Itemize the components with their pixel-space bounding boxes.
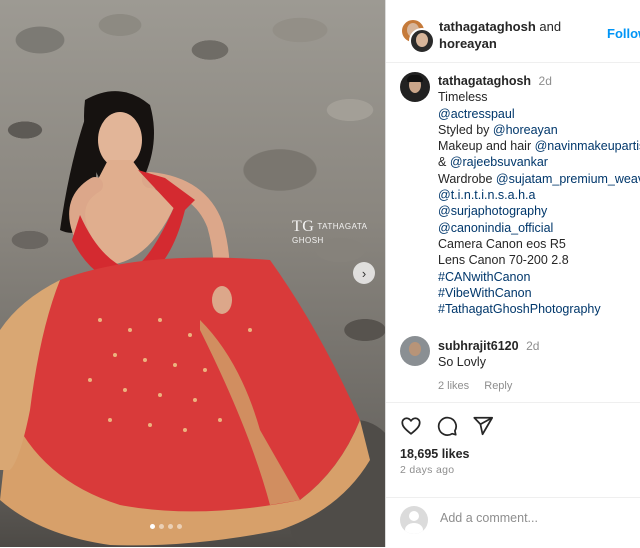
caption-tag-link[interactable]: @t.i.n.t.i.n.s.a.h.a	[438, 188, 535, 202]
caption-time[interactable]: 2d	[539, 74, 552, 88]
caption-line: Timeless	[438, 89, 640, 105]
caption-tag-link[interactable]: @actresspaul	[438, 107, 515, 121]
comment-username[interactable]: subhrajit6120	[438, 339, 519, 353]
caption-text: Camera Canon eos R5	[438, 236, 566, 251]
photographer-watermark: TG TATHAGATA GHOSH	[292, 218, 368, 245]
carousel-dot	[177, 524, 182, 529]
caption-line: #VibeWithCanon	[438, 285, 640, 301]
carousel-dot	[159, 524, 164, 529]
comment-text: So Lovly	[438, 355, 486, 369]
carousel-dot	[168, 524, 173, 529]
add-comment-bar	[386, 497, 640, 540]
avatar[interactable]	[409, 28, 435, 54]
reply-button[interactable]: Reply	[484, 380, 512, 392]
caption-tag-link[interactable]: @horeayan	[493, 123, 558, 137]
caption-line: #CANwithCanon	[438, 269, 640, 285]
caption-tag-link[interactable]: @sujatam_premium_weaves	[496, 172, 640, 186]
caption-line: Wardrobe @sujatam_premium_weaves	[438, 171, 640, 187]
and-text: and	[539, 19, 562, 34]
caption-tag-link[interactable]: #TathagatGhoshPhotography	[438, 302, 601, 316]
caption-tag-link[interactable]: @canonindia_official	[438, 221, 553, 235]
avatar[interactable]	[400, 72, 430, 102]
caption-tag-link[interactable]: #VibeWithCanon	[438, 286, 532, 300]
avatar	[400, 506, 428, 534]
caption-tag-link[interactable]: #CANwithCanon	[438, 270, 530, 284]
author-username-link[interactable]: horeayan	[439, 36, 497, 51]
chevron-right-icon: ›	[361, 265, 367, 281]
caption-line: @actresspaul	[438, 106, 640, 122]
caption-tag-link[interactable]: @navinmakeupartist	[535, 139, 640, 153]
post-authors: tathagataghosh and horeayan	[439, 18, 604, 52]
caption-text: Makeup and hair	[438, 139, 535, 154]
caption-line: Lens Canon 70-200 2.8	[438, 252, 640, 268]
caption-line: Camera Canon eos R5	[438, 236, 640, 252]
caption-text: Lens Canon 70-200 2.8	[438, 253, 569, 268]
caption-text: Wardrobe	[438, 171, 496, 186]
add-comment-input[interactable]	[440, 511, 630, 525]
caption-line: & @rajeebsuvankar	[438, 154, 640, 170]
comment-item: subhrajit6120 2d So Lovly 2 likes Reply	[438, 338, 638, 394]
caption-username[interactable]: tathagataghosh	[438, 74, 531, 88]
heart-icon[interactable]	[400, 415, 422, 437]
comment-likes[interactable]: 2 likes	[438, 380, 469, 392]
caption-text: Timeless	[438, 90, 488, 105]
post-date[interactable]: 2 days ago	[400, 464, 454, 476]
caption-line: @canonindia_official	[438, 220, 640, 236]
caption-text: Styled by	[438, 122, 493, 137]
next-slide-button[interactable]: ›	[353, 262, 375, 284]
caption-line: @surjaphotography	[438, 203, 640, 219]
caption: tathagataghosh 2d Timeless @actresspaul St…	[438, 73, 640, 317]
caption-line: Styled by @horeayan	[438, 122, 640, 138]
caption-line: #TathagatGhoshPhotography	[438, 301, 640, 317]
collab-avatars[interactable]	[400, 18, 435, 54]
post-actions: 18,695 likes 2 days ago	[386, 402, 640, 548]
caption-text: &	[438, 155, 450, 170]
carousel-indicator	[150, 524, 182, 529]
author-username-link[interactable]: tathagataghosh	[439, 19, 536, 34]
post-image[interactable]: TG TATHAGATA GHOSH ›	[0, 0, 385, 547]
share-icon[interactable]	[472, 415, 494, 437]
caption-tag-link[interactable]: @rajeebsuvankar	[450, 155, 548, 169]
post-details-panel: tathagataghosh and horeayan Follow tatha…	[385, 0, 640, 547]
caption-line: Makeup and hair @navinmakeupartist	[438, 138, 640, 154]
carousel-dot	[150, 524, 155, 529]
like-count[interactable]: 18,695 likes	[400, 447, 470, 461]
model-figure	[0, 91, 370, 546]
post-header: tathagataghosh and horeayan Follow	[386, 0, 640, 63]
comments-section[interactable]: tathagataghosh 2d Timeless @actresspaul St…	[386, 62, 640, 402]
comment-icon[interactable]	[436, 415, 458, 437]
follow-button[interactable]: Follow	[607, 26, 640, 41]
comment-time[interactable]: 2d	[526, 339, 539, 353]
avatar[interactable]	[400, 336, 430, 366]
caption-line: @t.i.n.t.i.n.s.a.h.a	[438, 187, 640, 203]
caption-tag-link[interactable]: @surjaphotography	[438, 204, 547, 218]
